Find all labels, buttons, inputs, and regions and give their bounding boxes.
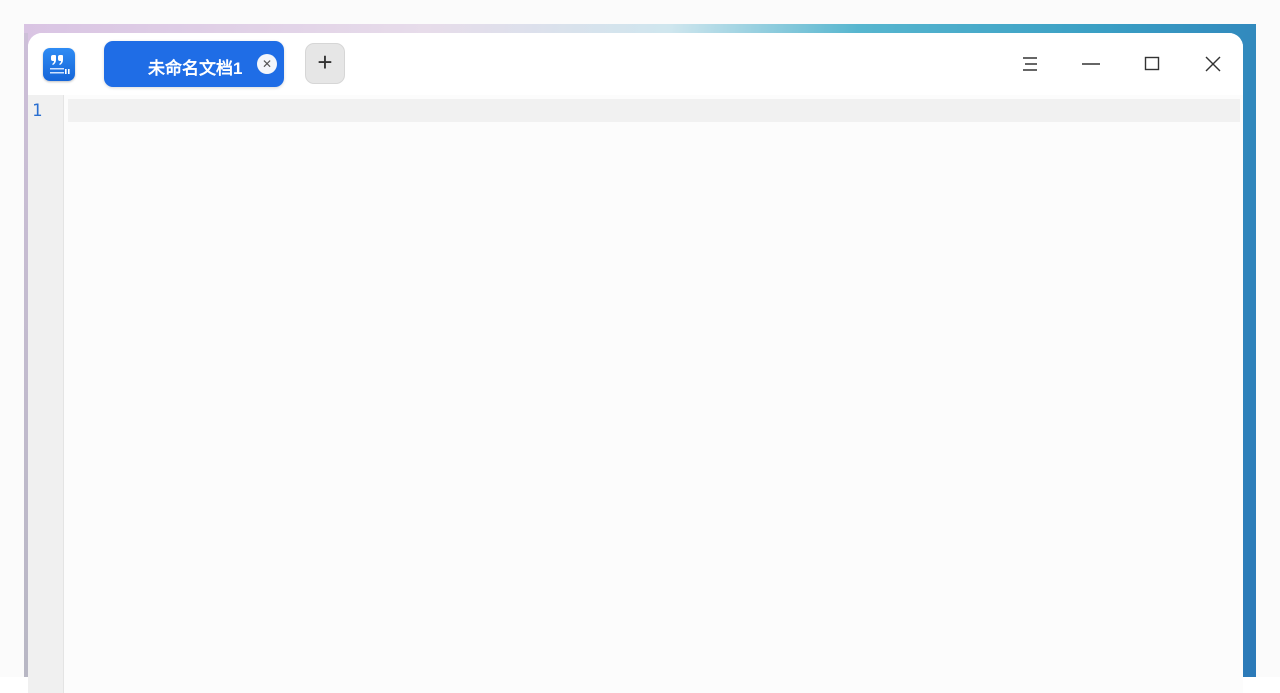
add-tab-button[interactable]: +	[305, 43, 345, 84]
minimize-icon	[1082, 63, 1100, 65]
titlebar: 未命名文档1 ✕ +	[28, 33, 1243, 95]
close-icon[interactable]: ✕	[257, 54, 277, 74]
close-window-button[interactable]	[1195, 47, 1231, 81]
text-editor-area[interactable]: 1	[28, 95, 1243, 693]
current-line-highlight[interactable]	[68, 99, 1240, 122]
line-number: 1	[32, 101, 43, 121]
maximize-button[interactable]	[1134, 47, 1170, 81]
maximize-icon	[1144, 56, 1160, 71]
menu-button[interactable]	[1012, 47, 1048, 81]
plus-icon: +	[317, 47, 333, 77]
close-icon	[1205, 56, 1221, 72]
tab-label: 未命名文档1	[148, 59, 243, 78]
line-number-gutter: 1	[28, 95, 64, 693]
tab-untitled-document[interactable]: 未命名文档1 ✕	[104, 41, 284, 87]
desktop: 未命名文档1 ✕ + 1	[0, 0, 1280, 693]
editor-window: 未命名文档1 ✕ + 1	[28, 33, 1243, 693]
menu-icon	[1023, 57, 1037, 71]
text-editor-icon	[43, 48, 75, 81]
minimize-button[interactable]	[1073, 47, 1109, 81]
